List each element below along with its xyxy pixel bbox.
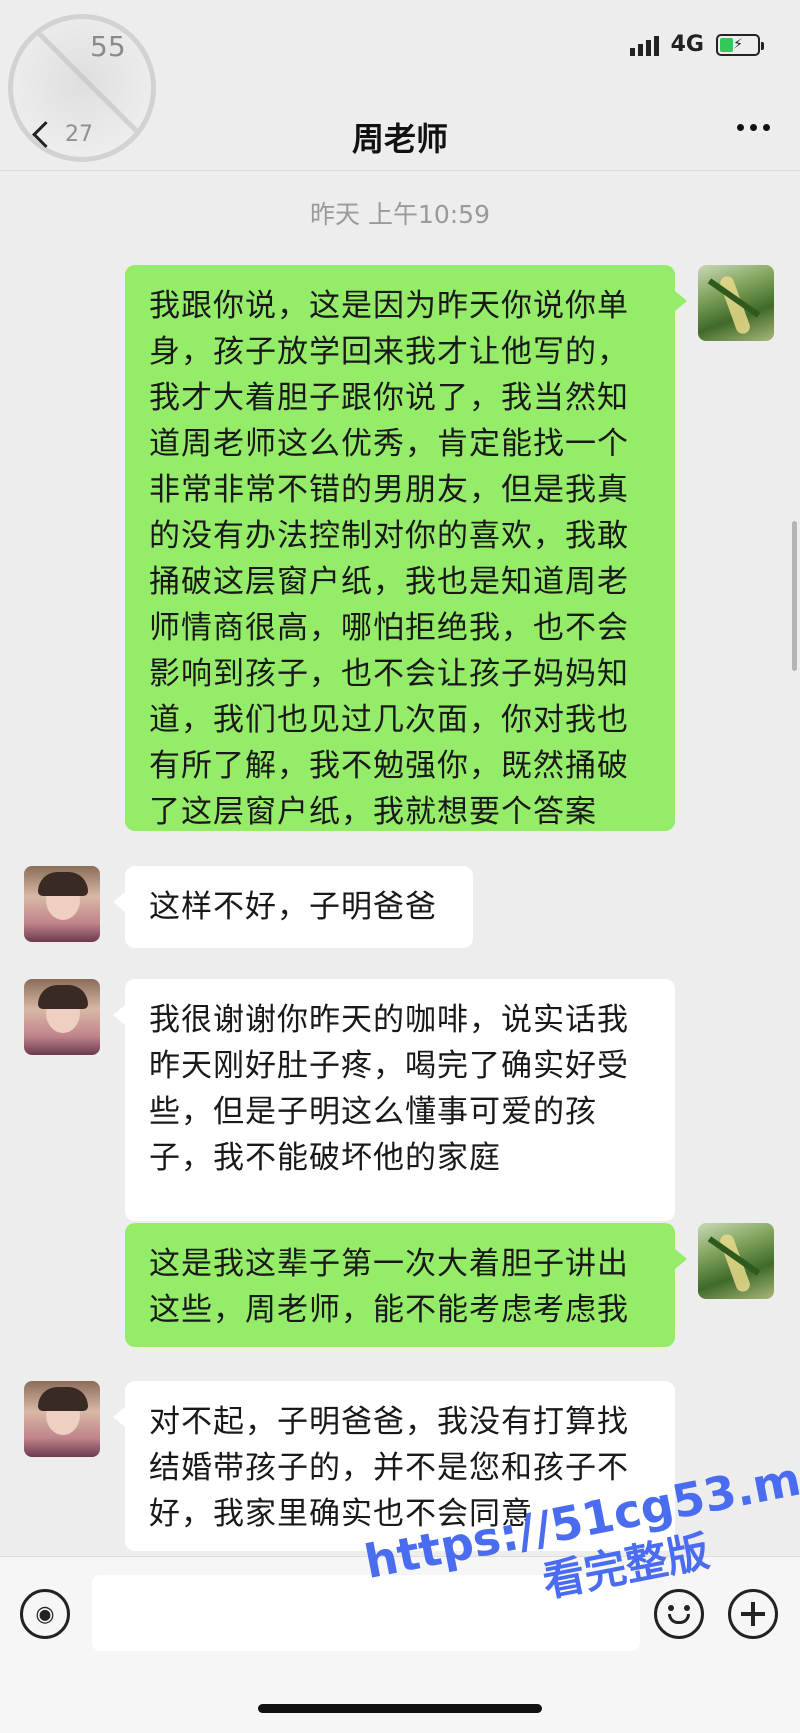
more-dot: [750, 124, 757, 131]
voice-icon[interactable]: ◉: [20, 1589, 70, 1639]
status-indicators: 4G ⚡: [629, 32, 764, 57]
message-bubble-self[interactable]: 我跟你说，这是因为昨天你说你单身，孩子放学回来我才让他写的，我才大着胆子跟你说了…: [125, 265, 687, 831]
more-dot: [763, 124, 770, 131]
chat-area[interactable]: 昨天 上午10:59 我跟你说，这是因为昨天你说你单身，孩子放学回来我才让他写的…: [0, 171, 800, 1556]
contact-avatar[interactable]: [24, 979, 100, 1055]
more-button[interactable]: [737, 124, 770, 131]
nav-bar: 27 周老师: [0, 100, 800, 171]
home-indicator[interactable]: [258, 1704, 542, 1713]
contact-avatar[interactable]: [24, 1381, 100, 1457]
battery-level: [720, 37, 733, 52]
more-dot: [737, 124, 744, 131]
voice-wave-icon: ◉: [35, 1601, 55, 1627]
plus-icon[interactable]: [728, 1589, 778, 1639]
emoji-icon[interactable]: [654, 1589, 704, 1639]
scrollbar[interactable]: [792, 521, 797, 671]
charging-icon: ⚡: [733, 36, 743, 53]
message-bubble-other[interactable]: 我很谢谢你昨天的咖啡，说实话我昨天刚好肚子疼，喝完了确实好受些，但是子明这么懂事…: [113, 979, 675, 1221]
self-avatar[interactable]: [698, 1223, 774, 1299]
chat-title: 周老师: [351, 120, 448, 158]
signal-icon: [629, 34, 659, 56]
message-bubble-other[interactable]: 这样不好，子明爸爸: [113, 866, 473, 948]
contact-avatar[interactable]: [24, 866, 100, 942]
message-timestamp: 昨天 上午10:59: [310, 200, 490, 229]
self-avatar[interactable]: [698, 265, 774, 341]
battery-icon: ⚡: [716, 33, 764, 56]
message-bubble-self[interactable]: 这是我这辈子第一次大着胆子讲出这些，周老师，能不能考虑考虑我: [125, 1223, 687, 1347]
network-type: 4G: [670, 32, 704, 57]
